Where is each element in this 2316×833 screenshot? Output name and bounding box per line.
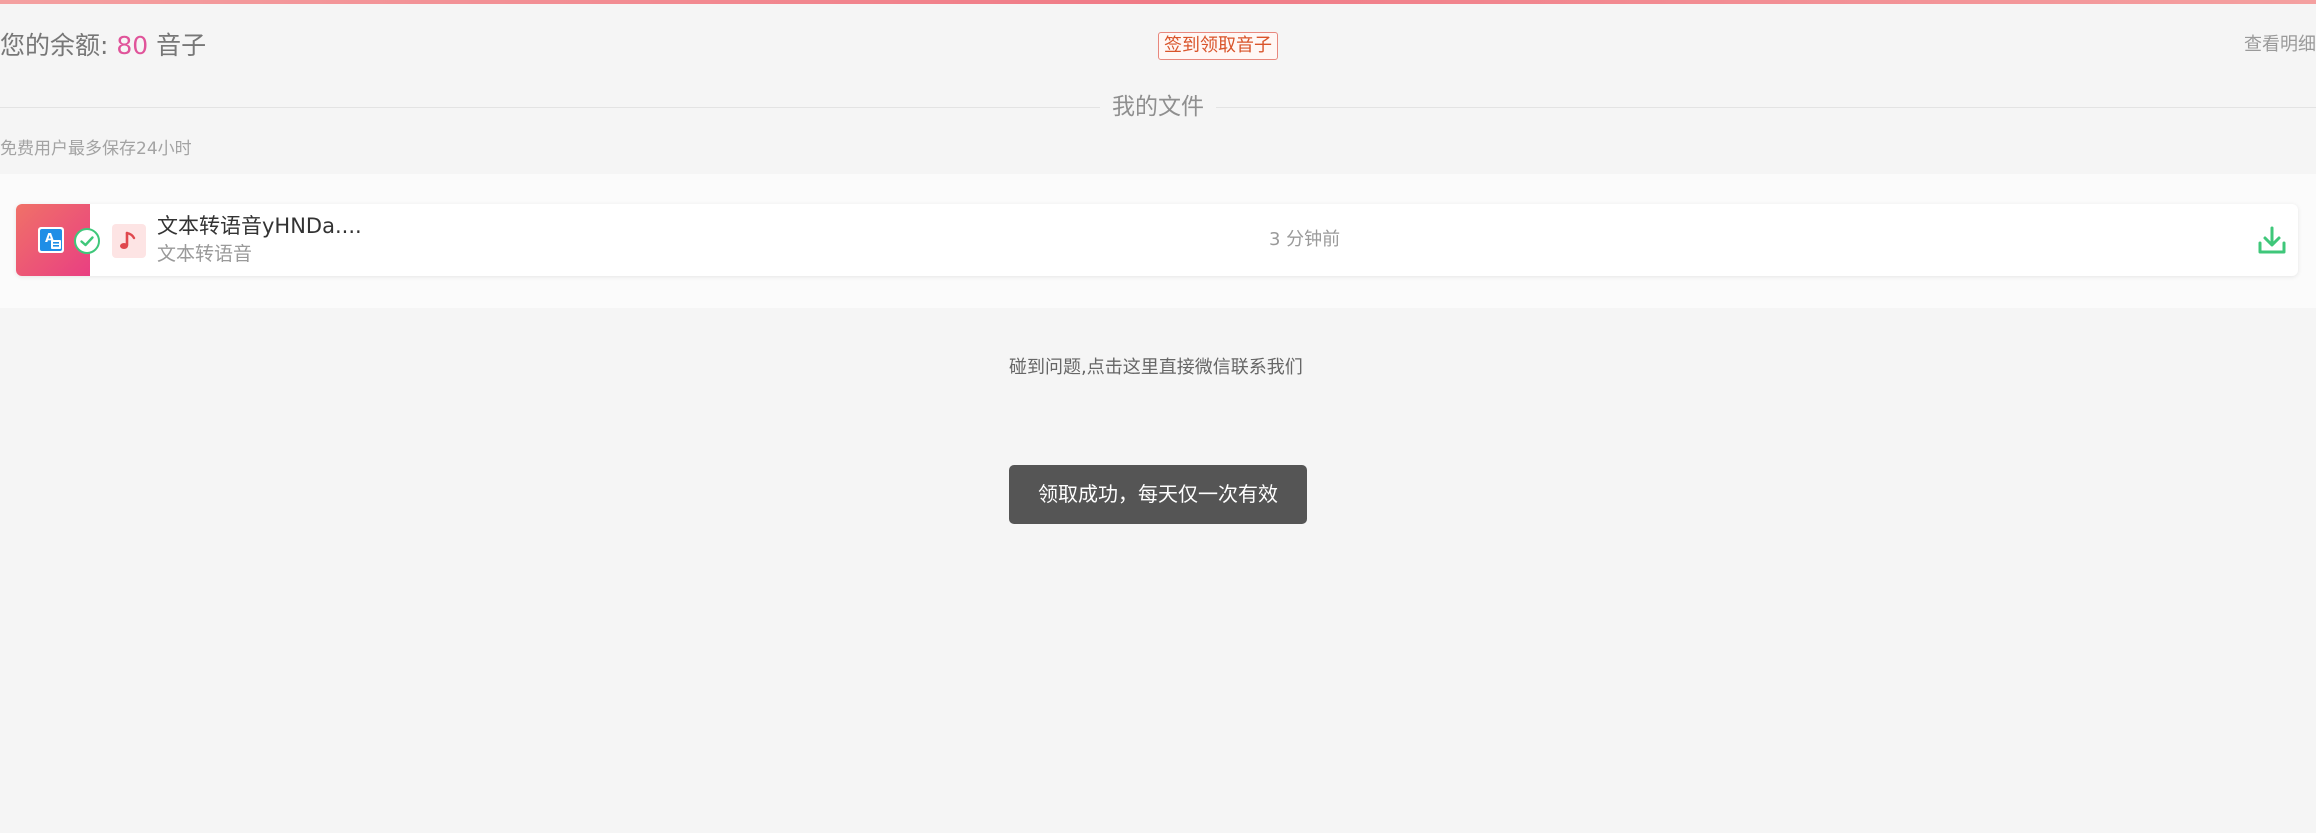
file-list-item[interactable]: A 文本转语音yHNDa.... 文本转语音 3 分钟前 (16, 204, 2298, 276)
file-type: 文本转语音 (157, 243, 253, 265)
file-name: 文本转语音yHNDa.... (157, 214, 362, 238)
balance-unit: 音子 (156, 31, 207, 60)
section-title: 我的文件 (1100, 90, 1216, 124)
check-circle-icon (74, 228, 100, 254)
tts-app-icon: A (38, 227, 64, 253)
top-accent-bar (0, 0, 2316, 4)
file-time: 3 分钟前 (1269, 229, 1341, 250)
balance-display: 您的余额: 80 音子 (0, 28, 206, 64)
music-note-icon (112, 224, 146, 258)
balance-amount: 80 (116, 31, 149, 60)
retention-note: 免费用户最多保存24小时 (0, 139, 192, 159)
download-icon[interactable] (2256, 224, 2288, 256)
balance-label: 您的余额: (0, 31, 109, 60)
contact-wechat-link[interactable]: 碰到问题,点击这里直接微信联系我们 (1009, 354, 1303, 382)
file-list-panel: A 文本转语音yHNDa.... 文本转语音 3 分钟前 (0, 174, 2316, 308)
toast-message: 领取成功，每天仅一次有效 (1009, 465, 1307, 524)
checkin-button[interactable]: 签到领取音子 (1158, 32, 1278, 60)
view-details-link[interactable]: 查看明细 (2244, 32, 2316, 58)
